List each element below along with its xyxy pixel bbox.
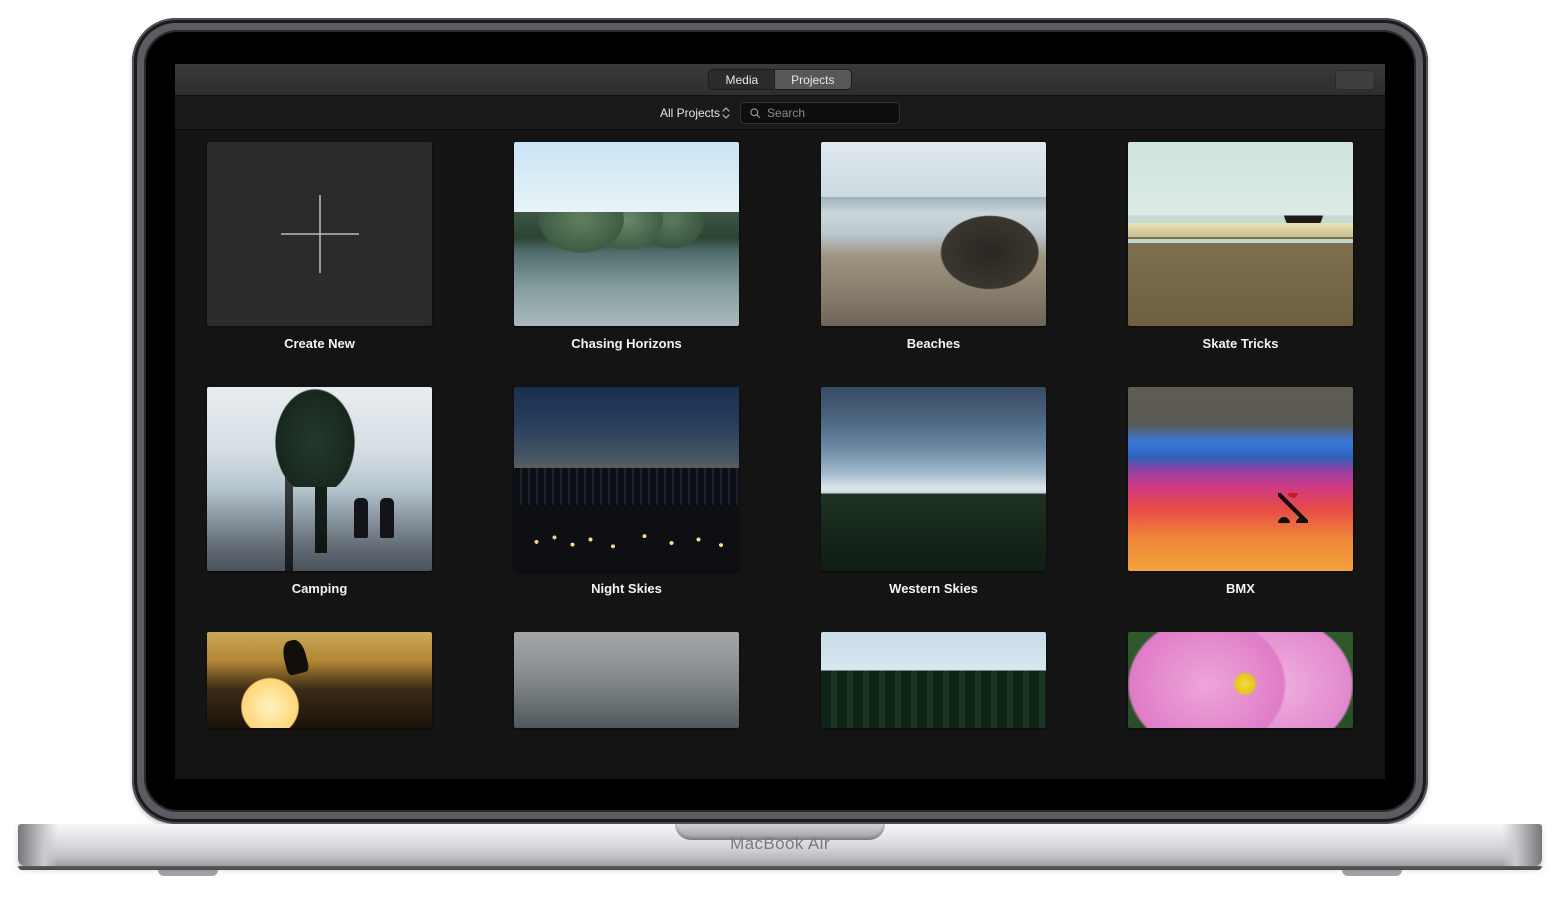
projects-content: Create New Chasing Horizons Beaches: [175, 130, 1385, 779]
laptop-foot: [1342, 870, 1402, 876]
toolbar: All Projects: [175, 96, 1385, 130]
project-tile[interactable]: [815, 632, 1052, 728]
scope-label: All Projects: [660, 106, 720, 120]
updown-chevron-icon: [722, 107, 730, 119]
project-title: Camping: [292, 581, 348, 596]
project-title: Western Skies: [889, 581, 978, 596]
tab-media[interactable]: Media: [709, 70, 774, 89]
project-thumb[interactable]: [1128, 142, 1353, 326]
project-thumb[interactable]: [514, 632, 739, 728]
project-title: Night Skies: [591, 581, 662, 596]
project-title: Skate Tricks: [1203, 336, 1279, 351]
project-tile[interactable]: Western Skies: [815, 387, 1052, 596]
create-new-thumb[interactable]: [207, 142, 432, 326]
project-tile[interactable]: [1122, 632, 1359, 728]
create-new-tile[interactable]: Create New: [201, 142, 438, 351]
project-thumb[interactable]: [1128, 632, 1353, 728]
search-input[interactable]: [767, 106, 891, 120]
scope-dropdown[interactable]: All Projects: [660, 106, 730, 120]
project-thumb[interactable]: [207, 387, 432, 571]
window-resize-button[interactable]: [1335, 70, 1375, 90]
project-tile[interactable]: Beaches: [815, 142, 1052, 351]
search-icon: [749, 107, 761, 119]
search-box[interactable]: [740, 102, 900, 124]
view-segmented-control: Media Projects: [708, 69, 851, 90]
create-new-label: Create New: [284, 336, 355, 351]
project-tile[interactable]: Skate Tricks: [1122, 142, 1359, 351]
project-thumb[interactable]: [1128, 387, 1353, 571]
project-tile[interactable]: Chasing Horizons: [508, 142, 745, 351]
plus-icon: [277, 191, 363, 277]
tab-projects[interactable]: Projects: [774, 70, 850, 89]
project-tile[interactable]: [201, 632, 438, 728]
project-thumb[interactable]: [514, 387, 739, 571]
project-title: Beaches: [907, 336, 960, 351]
project-thumb[interactable]: [821, 387, 1046, 571]
title-bar: Media Projects: [175, 64, 1385, 96]
project-thumb[interactable]: [207, 632, 432, 728]
project-title: Chasing Horizons: [571, 336, 682, 351]
project-thumb[interactable]: [821, 632, 1046, 728]
project-thumb[interactable]: [514, 142, 739, 326]
project-title: BMX: [1226, 581, 1255, 596]
project-tile[interactable]: Camping: [201, 387, 438, 596]
trackpad-notch: [675, 824, 885, 840]
app-screen: Media Projects All Projects: [175, 64, 1385, 779]
laptop-foot: [158, 870, 218, 876]
project-tile[interactable]: BMX: [1122, 387, 1359, 596]
laptop-deck: MacBook Air: [18, 824, 1542, 866]
project-tile[interactable]: Night Skies: [508, 387, 745, 596]
project-thumb[interactable]: [821, 142, 1046, 326]
project-tile[interactable]: [508, 632, 745, 728]
